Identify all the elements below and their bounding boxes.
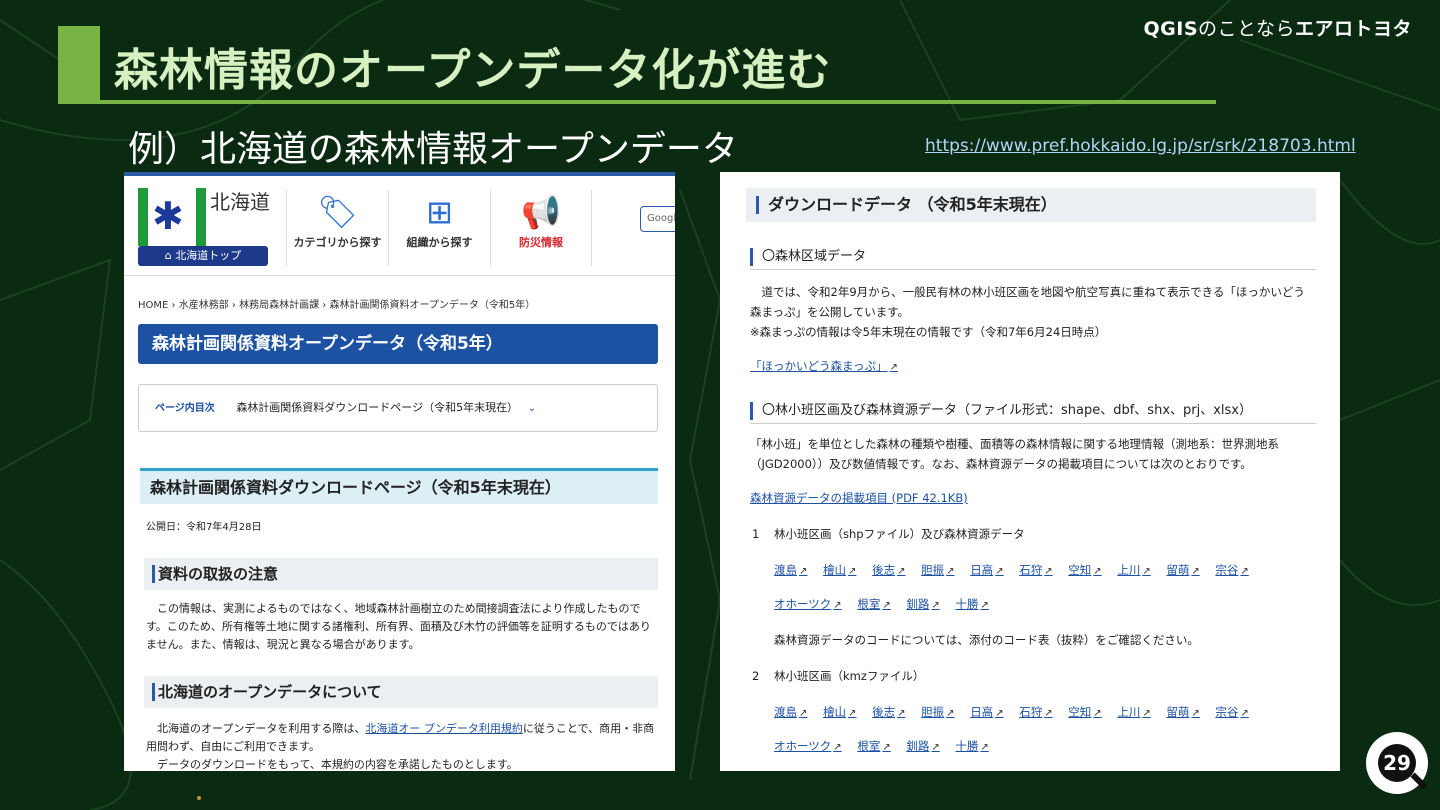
breadcrumb-separator: ›: [322, 300, 327, 311]
snowflake-star-icon: ✱: [152, 194, 184, 238]
forest-area-heading: 〇森林区域データ: [750, 246, 1316, 270]
region-link[interactable]: 日高 ↗: [970, 705, 1003, 719]
region-links-shp-row1: 渡島 ↗ 檜山 ↗ 後志 ↗ 胆振 ↗ 日高 ↗ 石狩 ↗ 空知 ↗ 上川 ↗ 留萌 ↗ 宗谷 ↗: [774, 562, 1261, 578]
logo-stripe-right: [196, 188, 206, 246]
notice-heading: 資料の取扱の注意: [144, 558, 658, 590]
brand-logo-text: QGISのことならエアロトヨタ: [1143, 18, 1412, 40]
region-link[interactable]: 檜山 ↗: [823, 705, 856, 719]
region-link[interactable]: 檜山 ↗: [823, 563, 856, 577]
slide-subtitle: 例）北海道の森林情報オープンデータ: [128, 129, 738, 170]
region-link[interactable]: 根室 ↗: [857, 739, 890, 753]
compartment-data-text: 「林小班」を単位とした森林の種類や樹種、面積等の森林情報に関する地理情報（測地系…: [750, 437, 1279, 471]
resource-items-pdf-link[interactable]: 森林資源データの掲載項目 (PDF 42.1KB): [750, 490, 968, 506]
region-link[interactable]: 上川 ↗: [1117, 705, 1150, 719]
region-link[interactable]: 後志 ↗: [872, 563, 905, 577]
forest-map-link[interactable]: 「ほっかいどう森まっぷ」 ↗: [750, 358, 898, 374]
notice-text: この情報は、実測によるものではなく、地域森林計画樹立のため間接調査法により作成し…: [146, 602, 651, 651]
region-link[interactable]: 釧路 ↗: [906, 597, 939, 611]
region-link[interactable]: 宗谷 ↗: [1215, 705, 1248, 719]
region-link[interactable]: 渡島 ↗: [774, 563, 807, 577]
compartment-data-heading: 〇林小班区画及び森林資源データ（ファイル形式：shape、dbf、shx、prj…: [750, 400, 1316, 424]
slide-title: 森林情報のオープンデータ化が進む: [114, 45, 832, 96]
region-link[interactable]: 石狩 ↗: [1019, 563, 1052, 577]
home-button[interactable]: ⌂ 北海道トップ: [138, 246, 268, 266]
region-link[interactable]: 胆振 ↗: [921, 705, 954, 719]
publication-date: 公開日：令和7年4月28日: [146, 522, 262, 533]
region-link[interactable]: 留萌 ↗: [1166, 705, 1199, 719]
region-link[interactable]: 十勝 ↗: [955, 597, 988, 611]
region-link[interactable]: オホーツク ↗: [774, 739, 842, 753]
open-data-text: 北海道のオープンデータを利用する際は、北海道オー プンデータ利用規約に従うことで…: [146, 722, 655, 771]
download-data-screenshot: ダウンロードデータ （令和5年末現在） 〇森林区域データ 道では、令和2年9月か…: [720, 172, 1340, 771]
toc-label: ページ内目次: [155, 403, 215, 414]
region-link[interactable]: 胆振 ↗: [921, 563, 954, 577]
region-link[interactable]: 後志 ↗: [872, 705, 905, 719]
decorative-dot: [197, 796, 201, 800]
source-url-link[interactable]: https://www.pref.hokkaido.lg.jp/sr/srk/2…: [925, 136, 1356, 156]
site-name: 北海道: [210, 190, 270, 214]
hokkaido-page-screenshot: ✱ 北海道 ⌂ 北海道トップ 🏷 カテゴリから探す ⊞ 組織から探す 📢 防災情…: [124, 172, 675, 771]
region-link[interactable]: 日高 ↗: [970, 563, 1003, 577]
region-links-shp-row2: オホーツク ↗ 根室 ↗ 釧路 ↗ 十勝 ↗: [774, 596, 1001, 612]
region-links-kmz-row2: オホーツク ↗ 根室 ↗ 釧路 ↗ 十勝 ↗: [774, 738, 1001, 754]
nav-organization[interactable]: ⊞ 組織から探す: [388, 190, 490, 266]
download-data-heading: ダウンロードデータ （令和5年末現在）: [746, 188, 1316, 222]
title-underline: [100, 100, 1216, 104]
region-links-kmz-row1: 渡島 ↗ 檜山 ↗ 後志 ↗ 胆振 ↗ 日高 ↗ 石狩 ↗ 空知 ↗ 上川 ↗ 留萌 ↗ 宗谷 ↗: [774, 704, 1261, 720]
tag-icon: 🏷: [317, 193, 358, 231]
breadcrumb: HOME › 水産林務部 › 林務局森林計画課 › 森林計画関係資料オープンデー…: [138, 296, 535, 311]
region-link[interactable]: 渡島 ↗: [774, 705, 807, 719]
page-number-badge: 29: [1366, 732, 1428, 794]
title-accent-bar: [58, 26, 100, 104]
region-link[interactable]: 十勝 ↗: [955, 739, 988, 753]
hokkaido-emblem-logo[interactable]: ✱: [138, 188, 206, 246]
code-table-note: 森林資源データのコードについては、添付のコード表（抜粋）をご確認ください。: [774, 633, 1199, 647]
list-item-kmz: 2 林小班区画（kmzファイル）: [752, 669, 925, 683]
breadcrumb-current: 森林計画関係資料オープンデータ（令和5年）: [329, 300, 536, 311]
table-of-contents[interactable]: ページ内目次 森林計画関係資料ダウンロードページ（令和5年末現在） ⌄: [138, 384, 658, 432]
breadcrumb-separator: ›: [171, 300, 176, 311]
breadcrumb-separator: ›: [231, 300, 236, 311]
nav-disaster-info[interactable]: 📢 防災情報: [490, 190, 592, 266]
site-header: ✱ 北海道 ⌂ 北海道トップ 🏷 カテゴリから探す ⊞ 組織から探す 📢 防災情…: [124, 176, 675, 276]
open-data-terms-link[interactable]: 北海道オー プンデータ利用規約: [365, 722, 523, 735]
download-section-heading: 森林計画関係資料ダウンロードページ（令和5年末現在）: [140, 468, 658, 504]
region-link[interactable]: 空知 ↗: [1068, 563, 1101, 577]
open-data-heading: 北海道のオープンデータについて: [144, 676, 658, 708]
toc-item[interactable]: 森林計画関係資料ダウンロードページ（令和5年末現在）: [236, 401, 518, 414]
nav-category[interactable]: 🏷 カテゴリから探す: [286, 190, 388, 266]
page-title: 森林計画関係資料オープンデータ（令和5年）: [138, 324, 658, 364]
org-chart-icon: ⊞: [426, 193, 453, 231]
forest-area-text: 道では、令和2年9月から、一般民有林の林小班区画を地図や航空写真に重ねて表示でき…: [750, 285, 1305, 339]
chevron-down-icon: ⌄: [527, 403, 536, 414]
breadcrumb-forest-planning[interactable]: 林務局森林計画課: [239, 300, 319, 311]
region-link[interactable]: オホーツク ↗: [774, 597, 842, 611]
breadcrumb-home[interactable]: HOME: [138, 300, 168, 311]
region-link[interactable]: 空知 ↗: [1068, 705, 1101, 719]
search-input[interactable]: Google: [640, 206, 675, 232]
region-link[interactable]: 留萌 ↗: [1166, 563, 1199, 577]
region-link[interactable]: 根室 ↗: [857, 597, 890, 611]
region-link[interactable]: 釧路 ↗: [906, 739, 939, 753]
megaphone-icon: 📢: [521, 193, 561, 231]
region-link[interactable]: 宗谷 ↗: [1215, 563, 1248, 577]
region-link[interactable]: 石狩 ↗: [1019, 705, 1052, 719]
list-item-shp: 1 林小班区画（shpファイル）及び森林資源データ: [752, 527, 1025, 541]
breadcrumb-fisheries[interactable]: 水産林務部: [179, 300, 229, 311]
region-link[interactable]: 上川 ↗: [1117, 563, 1150, 577]
logo-stripe-left: [138, 188, 148, 246]
external-link-icon: ↗: [889, 362, 898, 373]
